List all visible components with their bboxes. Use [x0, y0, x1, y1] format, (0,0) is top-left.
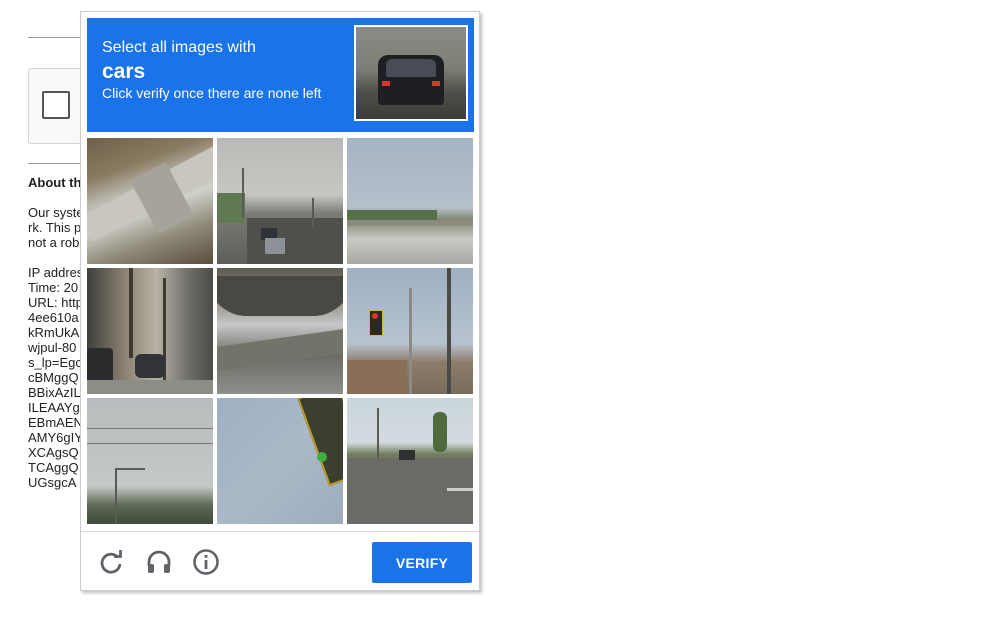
- instruction-subtext: Click verify once there are none left: [102, 85, 322, 101]
- info-line: IP addres: [28, 265, 84, 280]
- image-tile-3[interactable]: [347, 138, 473, 264]
- image-tile-8[interactable]: [217, 398, 343, 524]
- headphones-icon[interactable]: [145, 548, 173, 576]
- image-grid: [87, 138, 474, 525]
- page-divider-mid: [28, 163, 80, 164]
- info-line: kRmUkA: [28, 325, 80, 340]
- info-line: Time: 20: [28, 280, 79, 295]
- info-line: cBMggQ: [28, 370, 79, 385]
- verify-button[interactable]: VERIFY: [372, 542, 472, 583]
- paragraph-line: Our syste: [28, 205, 84, 220]
- recaptcha-checkbox[interactable]: [42, 91, 70, 119]
- image-tile-5[interactable]: [217, 268, 343, 394]
- info-icon[interactable]: [192, 548, 220, 576]
- image-tile-4[interactable]: [87, 268, 213, 394]
- page-divider-top: [28, 37, 80, 38]
- info-line: AMY6gIY: [28, 430, 83, 445]
- info-line: UGsgcA: [28, 475, 77, 490]
- image-tile-7[interactable]: [87, 398, 213, 524]
- target-object-label: cars: [102, 60, 146, 83]
- image-tile-2[interactable]: [217, 138, 343, 264]
- instruction-text: Select all images with: [102, 39, 256, 56]
- paragraph-line: rk. This p: [28, 220, 82, 235]
- info-line: URL: http: [28, 295, 83, 310]
- example-car-image: [354, 25, 468, 121]
- reload-icon[interactable]: [97, 548, 125, 576]
- about-heading: About th: [28, 175, 82, 190]
- info-line: s_lp=Egc: [28, 355, 82, 370]
- challenge-header: Select all images with cars Click verify…: [87, 18, 474, 132]
- info-line: ILEAAYg: [28, 400, 80, 415]
- captcha-challenge-dialog: Select all images with cars Click verify…: [80, 11, 480, 591]
- info-line: BBixAzIL: [28, 385, 81, 400]
- info-line: wjpul-80: [28, 340, 77, 355]
- info-line: 4ee610a: [28, 310, 79, 325]
- info-line: EBmAEN: [28, 415, 83, 430]
- image-tile-9[interactable]: [347, 398, 473, 524]
- image-tile-1[interactable]: [87, 138, 213, 264]
- info-line: XCAgsQ: [28, 445, 79, 460]
- footer-divider: [81, 531, 479, 532]
- paragraph-line: not a rob: [28, 235, 80, 250]
- info-line: TCAggQ: [28, 460, 79, 475]
- image-tile-6[interactable]: [347, 268, 473, 394]
- background-page-text: About th Our syste rk. This p not a rob …: [28, 175, 88, 490]
